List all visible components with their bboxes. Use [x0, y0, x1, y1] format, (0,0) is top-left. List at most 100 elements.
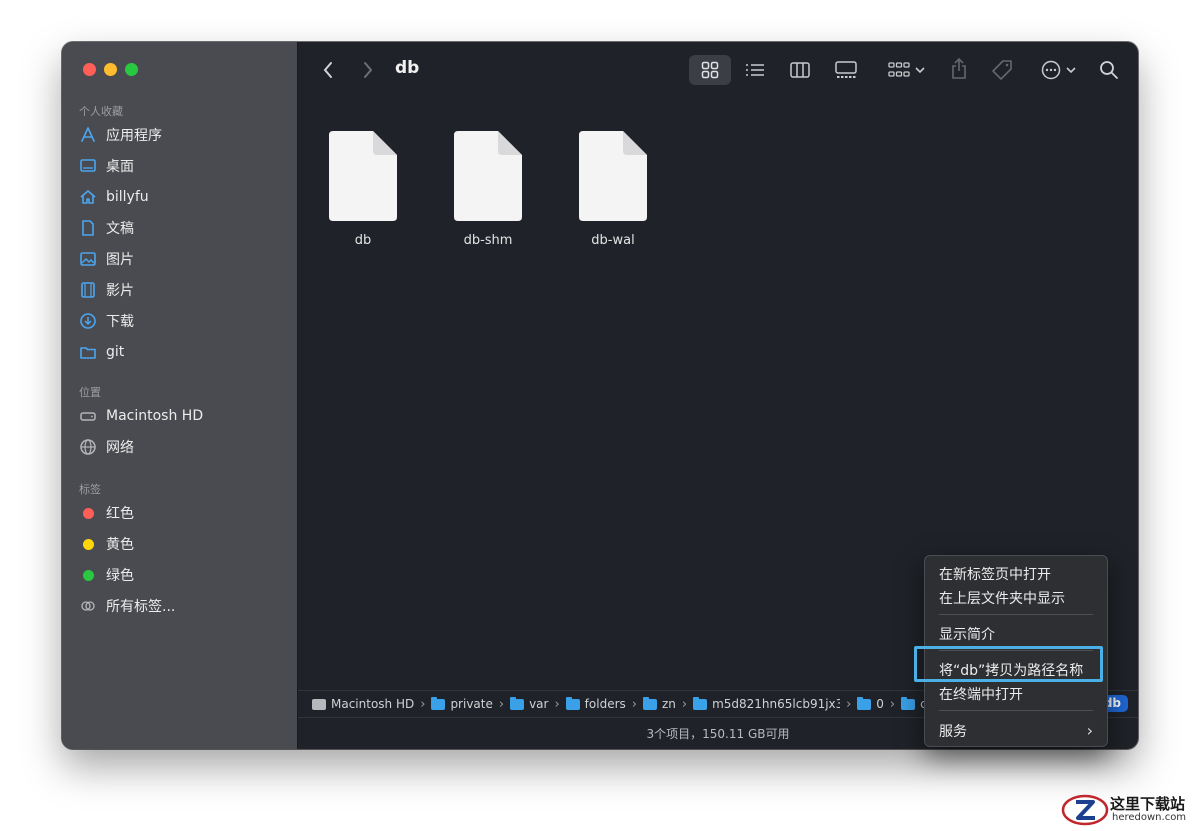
sidebar-item-label: 黄色	[106, 537, 134, 553]
zoom-window-button[interactable]	[125, 63, 138, 76]
path-crumb[interactable]: folders	[565, 696, 626, 711]
sidebar-item-macintosh-hd[interactable]: Macintosh HD	[78, 404, 203, 428]
tag-icon	[992, 60, 1012, 80]
sidebar-item-label: 桌面	[106, 159, 134, 175]
chevron-down-icon	[914, 67, 925, 74]
folder-icon	[901, 696, 916, 710]
sidebar-item-label: 影片	[106, 283, 134, 299]
film-icon	[78, 280, 98, 300]
menu-item-show-in-enclosing-folder[interactable]: 在上层文件夹中显示	[939, 588, 1065, 608]
crumb-label: var	[529, 697, 549, 711]
sidebar-item-applications[interactable]: 应用程序	[78, 123, 162, 147]
toolbar: db	[298, 42, 1138, 98]
sidebar-item-label: 文稿	[106, 221, 134, 237]
sidebar-item-desktop[interactable]: 桌面	[78, 154, 134, 178]
back-button[interactable]	[318, 59, 338, 81]
file-item[interactable]: db	[308, 131, 418, 248]
sidebar: 个人收藏 应用程序 桌面 billyfu 文稿 图片 影片 下载 git 位置 …	[62, 42, 298, 749]
file-name: db-shm	[463, 233, 513, 248]
folder-icon	[693, 696, 708, 710]
file-name: db	[354, 233, 372, 248]
tag-dot	[82, 507, 94, 519]
folder-icon	[510, 696, 525, 710]
watermark-logo-icon	[1061, 794, 1109, 826]
forward-button[interactable]	[358, 59, 378, 81]
share-icon	[952, 58, 966, 79]
photo-icon	[78, 249, 98, 269]
gallery-view-button[interactable]	[833, 59, 859, 81]
document-file-icon	[454, 131, 522, 221]
sidebar-item-label: Macintosh HD	[106, 408, 204, 424]
sidebar-item-label: 绿色	[106, 568, 134, 584]
path-crumb[interactable]: 0	[857, 696, 884, 711]
sidebar-item-downloads[interactable]: 下载	[78, 309, 134, 333]
path-crumb[interactable]: var	[510, 696, 549, 711]
sidebar-item-tag-yellow[interactable]: 黄色	[78, 532, 134, 556]
sidebar-item-pictures[interactable]: 图片	[78, 247, 134, 271]
sidebar-item-movies[interactable]: 影片	[78, 278, 134, 302]
search-button[interactable]	[1097, 58, 1121, 82]
more-actions-button[interactable]	[1036, 58, 1080, 82]
file-item[interactable]: db-shm	[433, 131, 543, 248]
sidebar-item-tag-red[interactable]: 红色	[78, 501, 134, 525]
file-item[interactable]: db-wal	[558, 131, 668, 248]
minimize-window-button[interactable]	[104, 63, 117, 76]
crumb-label: Macintosh HD	[331, 697, 415, 711]
sidebar-section-tags: 标签	[79, 483, 101, 496]
green-tag-icon	[78, 565, 98, 585]
sidebar-item-label: 红色	[106, 506, 134, 522]
watermark-title: 这里下载站	[1110, 795, 1186, 813]
list-icon	[746, 64, 764, 76]
folder-icon	[642, 696, 657, 710]
applications-icon	[78, 125, 98, 145]
menu-item-open-in-new-tab[interactable]: 在新标签页中打开	[939, 564, 1051, 584]
sidebar-item-git[interactable]: git	[78, 340, 124, 364]
sidebar-item-label: 应用程序	[106, 128, 162, 144]
watermark: 这里下载站 heredown.com	[1060, 793, 1194, 827]
sidebar-item-label: git	[106, 344, 125, 360]
list-view-button[interactable]	[744, 59, 766, 81]
path-separator: ›	[846, 696, 852, 712]
all-tags-icon	[78, 596, 98, 616]
path-crumb[interactable]: c	[901, 696, 927, 711]
document-icon	[78, 218, 98, 238]
crumb-label: folders	[584, 697, 626, 711]
sidebar-item-all-tags[interactable]: 所有标签...	[78, 594, 175, 618]
sidebar-item-network[interactable]: 网络	[78, 435, 134, 459]
path-separator: ›	[554, 696, 560, 712]
menu-item-open-in-terminal[interactable]: 在终端中打开	[939, 684, 1023, 704]
share-button[interactable]	[948, 56, 970, 82]
window-controls	[83, 63, 138, 76]
menu-item-get-info[interactable]: 显示简介	[939, 624, 995, 644]
column-view-button[interactable]	[789, 59, 811, 81]
yellow-tag-icon	[78, 534, 98, 554]
path-crumb[interactable]: m5d821hn65lcb91jx3v	[693, 696, 840, 711]
chevron-right-icon	[364, 62, 373, 78]
close-window-button[interactable]	[83, 63, 96, 76]
menu-item-services[interactable]: 服务	[939, 721, 967, 741]
sidebar-item-tag-green[interactable]: 绿色	[78, 563, 134, 587]
desktop-icon	[78, 156, 98, 176]
path-crumb[interactable]: zn	[642, 696, 676, 711]
chevron-left-icon	[323, 62, 332, 78]
group-by-button[interactable]	[884, 59, 928, 81]
icon-view-button[interactable]	[699, 59, 721, 81]
sidebar-item-documents[interactable]: 文稿	[78, 216, 134, 240]
tag-button[interactable]	[990, 58, 1014, 82]
window-title: db	[395, 58, 420, 78]
path-crumb[interactable]: Macintosh HD	[312, 697, 414, 711]
path-separator: ›	[498, 696, 505, 712]
gallery-icon	[835, 61, 857, 78]
sidebar-item-label: 下载	[106, 314, 134, 330]
crumb-label: zn	[661, 697, 676, 711]
sidebar-item-label: billyfu	[106, 189, 149, 205]
sidebar-item-home[interactable]: billyfu	[78, 185, 149, 209]
folder-icon	[857, 696, 872, 710]
annotation-highlight-box	[914, 646, 1103, 682]
menu-divider	[939, 710, 1093, 711]
grid-icon	[701, 61, 719, 79]
crumb-label: private	[450, 697, 493, 711]
folder-icon	[78, 342, 98, 362]
watermark-subtitle: heredown.com	[1112, 812, 1187, 823]
path-crumb[interactable]: private	[431, 696, 493, 711]
